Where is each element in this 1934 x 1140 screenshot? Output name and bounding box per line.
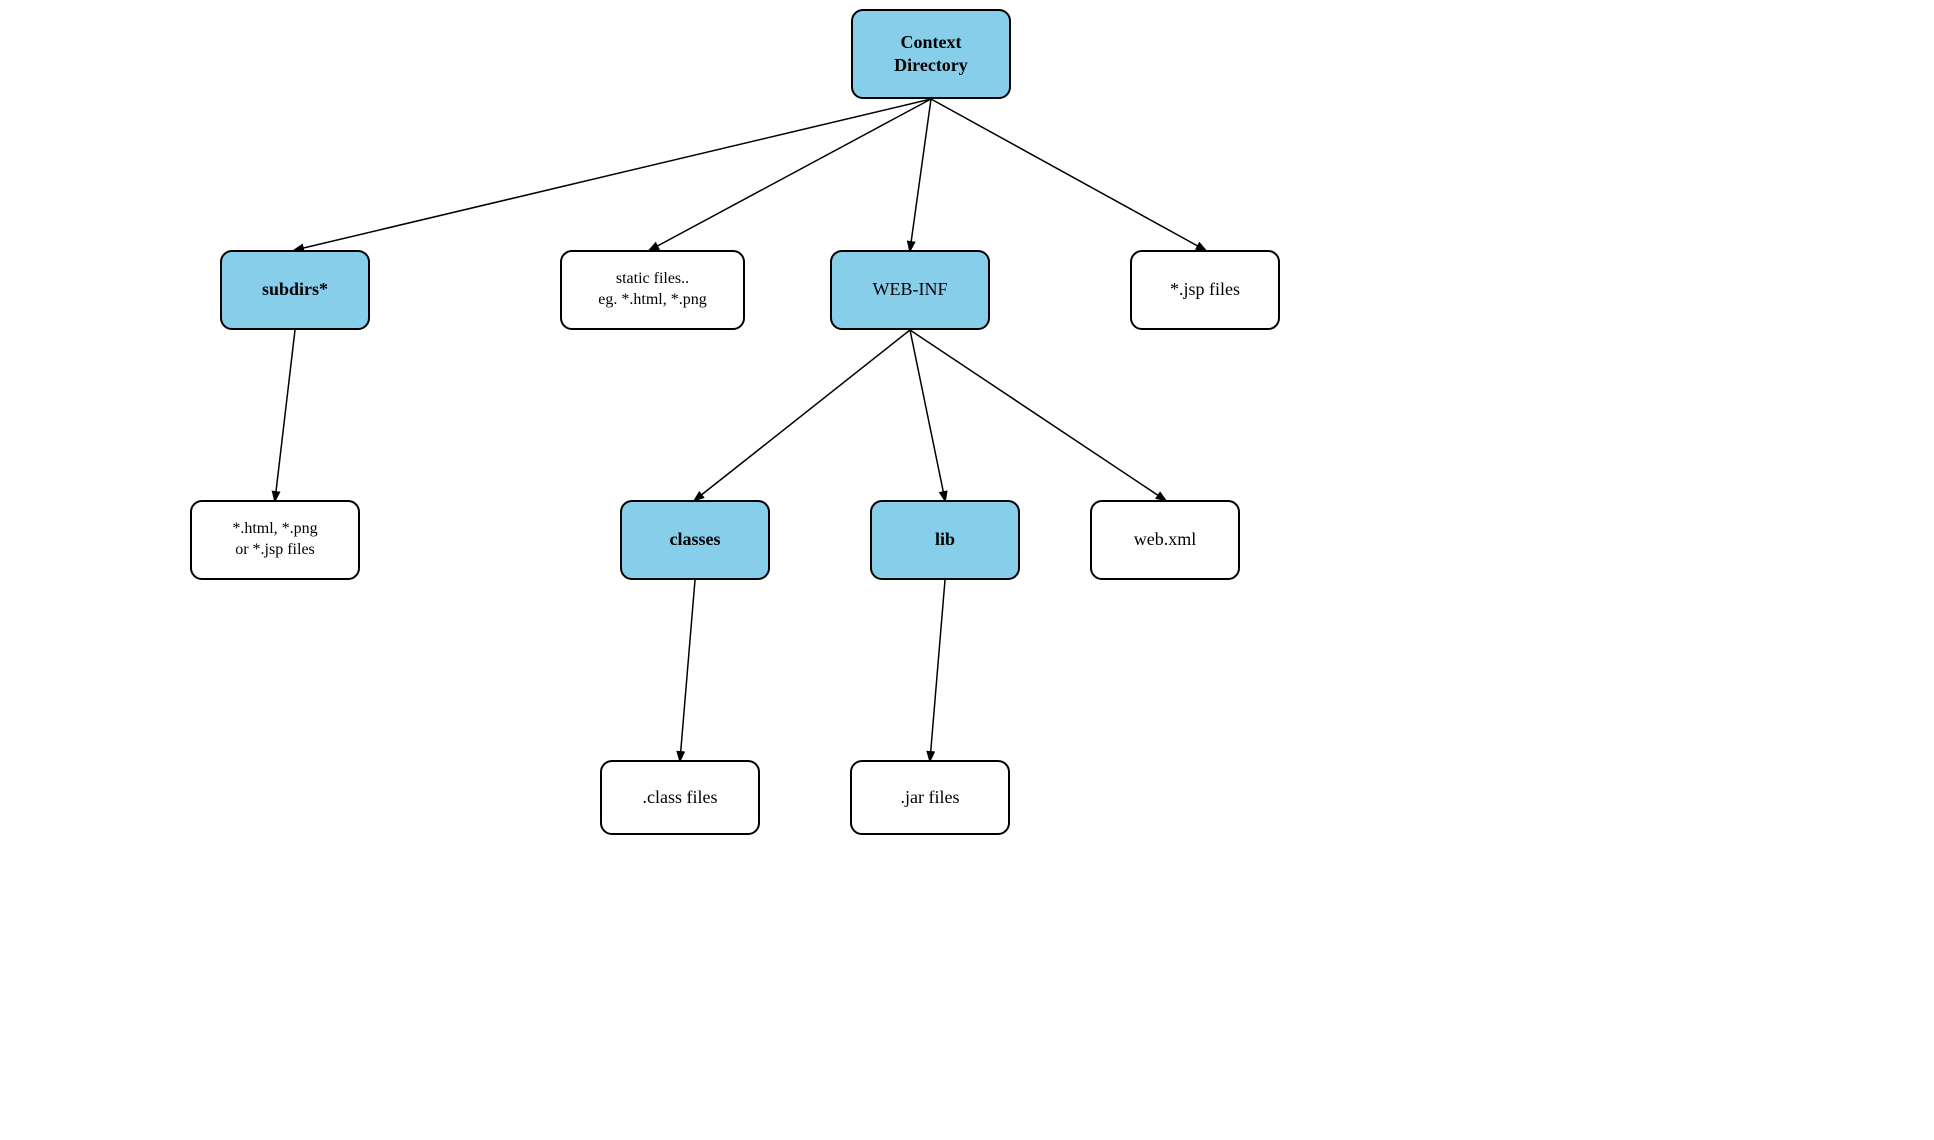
node-static-files: static files..eg. *.html, *.png — [560, 250, 745, 330]
node-web-inf: WEB-INF — [830, 250, 990, 330]
diagram: ContextDirectory subdirs* static files..… — [0, 0, 1934, 1140]
node-class-files: .class files — [600, 760, 760, 835]
node-jsp-files: *.jsp files — [1130, 250, 1280, 330]
node-html-png-jsp: *.html, *.pngor *.jsp files — [190, 500, 360, 580]
node-subdirs: subdirs* — [220, 250, 370, 330]
node-jar-files: .jar files — [850, 760, 1010, 835]
node-classes: classes — [620, 500, 770, 580]
node-lib: lib — [870, 500, 1020, 580]
node-web-xml: web.xml — [1090, 500, 1240, 580]
node-context-directory: ContextDirectory — [851, 9, 1011, 99]
